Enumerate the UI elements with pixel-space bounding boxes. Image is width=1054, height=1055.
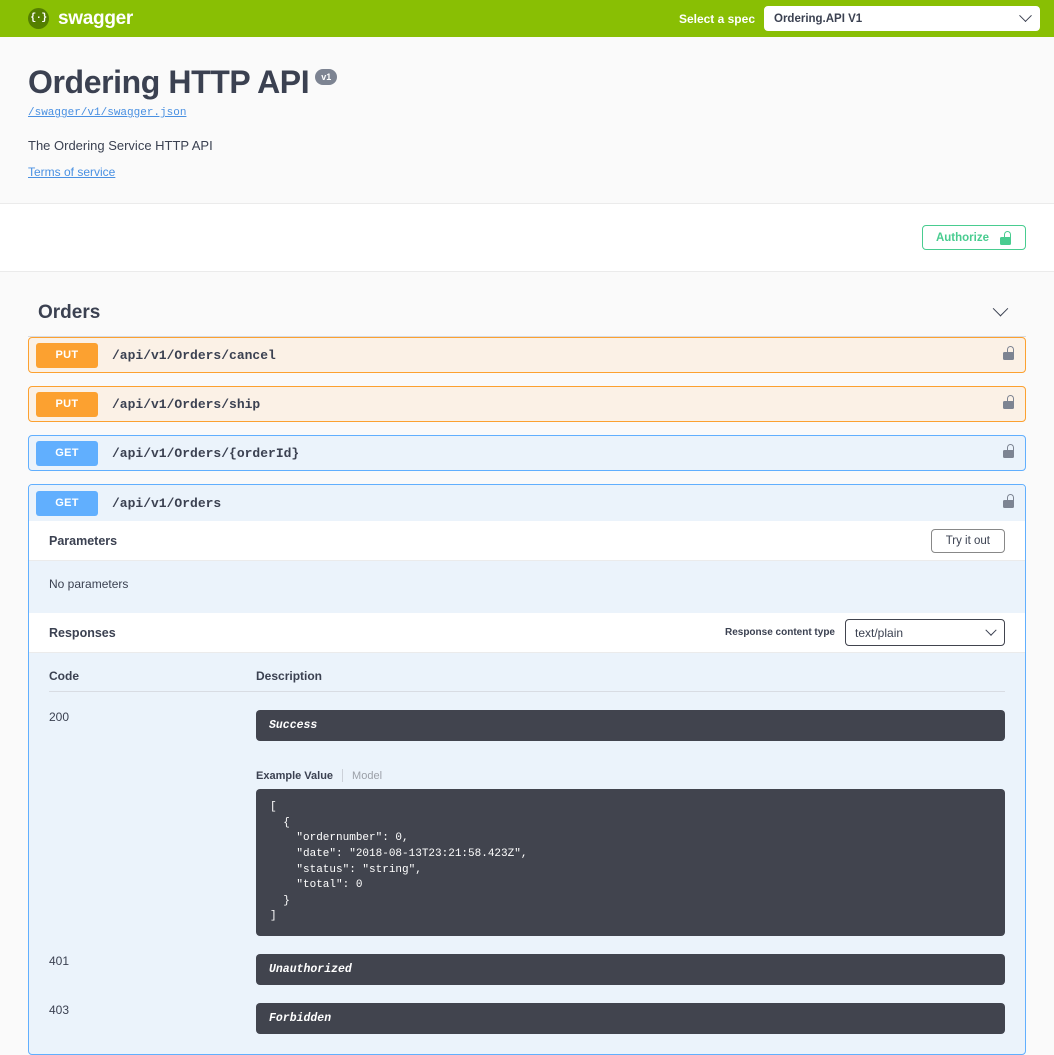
operation-lock-button[interactable] [1002,346,1015,365]
responses-table-header: Code Description [49,653,1005,692]
parameters-header: Parameters Try it out [29,521,1025,561]
responses-title: Responses [49,626,116,640]
top-bar: {·} swagger Select a spec Ordering.API V… [0,0,1054,37]
tag-header-orders[interactable]: Orders [28,286,1026,337]
operation-row-header[interactable]: GET /api/v1/Orders [29,485,1025,521]
response-description-cell: Success Example Value Model [ { "ordernu… [256,710,1005,936]
try-it-out-button[interactable]: Try it out [931,529,1005,553]
operation-path: /api/v1/Orders [112,496,221,511]
operation-path: /api/v1/Orders/cancel [112,348,276,363]
tab-example-value[interactable]: Example Value [256,770,333,782]
table-row: 403 Forbidden [49,985,1005,1034]
tab-divider [342,769,343,782]
table-row: 401 Unauthorized [49,936,1005,985]
response-code: 401 [49,954,256,985]
operation-method-badge: GET [36,491,98,516]
api-description: The Ordering Service HTTP API [28,138,1026,153]
operation-lock-button[interactable] [1002,494,1015,513]
response-description-banner: Unauthorized [256,954,1005,985]
operation-method-badge: PUT [36,392,98,417]
chevron-down-icon [993,301,1009,317]
column-header-code: Code [49,669,256,683]
swagger-json-link[interactable]: /swagger/v1/swagger.json [28,107,186,119]
response-content-type-value: text/plain [855,626,903,640]
unlock-icon [999,231,1012,245]
parameters-body: No parameters [29,561,1025,613]
page-title: Ordering HTTP API [28,65,309,100]
parameters-title: Parameters [49,534,117,548]
responses-table: Code Description 200 Success Example Val… [29,653,1025,1054]
chevron-down-icon [985,624,996,635]
authorize-band: Authorize [0,204,1054,272]
operation-path: /api/v1/Orders/{orderId} [112,446,299,461]
brand-name: swagger [58,8,133,30]
response-description-banner: Forbidden [256,1003,1005,1034]
swagger-logo-icon: {·} [28,8,49,29]
operation-lock-button[interactable] [1002,444,1015,463]
tag-title: Orders [38,302,100,324]
spec-selector-label: Select a spec [679,12,755,26]
operation-row[interactable]: GET /api/v1/Orders/{orderId} [28,435,1026,471]
operation-expanded-get-orders: GET /api/v1/Orders Parameters Try it out… [28,484,1026,1055]
unlock-icon [1002,444,1015,458]
column-header-description: Description [256,669,322,683]
no-parameters-text: No parameters [49,577,1005,591]
chevron-down-icon [1019,9,1032,22]
response-content-type-label: Response content type [725,627,835,638]
example-model-tabs: Example Value Model [256,769,1005,782]
response-code: 200 [49,710,256,936]
tag-collapse-toggle[interactable] [995,304,1006,322]
spec-select-value: Ordering.API V1 [774,13,862,25]
response-code: 403 [49,1003,256,1034]
unlock-icon [1002,346,1015,360]
operation-method-badge: GET [36,441,98,466]
operation-lock-button[interactable] [1002,395,1015,414]
example-value-code-block[interactable]: [ { "ordernumber": 0, "date": "2018-08-1… [256,789,1005,936]
tab-model[interactable]: Model [352,770,382,782]
spec-selector-group: Select a spec Ordering.API V1 [679,6,1040,31]
operations-wrapper: Orders PUT /api/v1/Orders/cancel PUT /ap… [0,286,1054,1055]
version-badge: v1 [315,69,337,85]
terms-of-service-link[interactable]: Terms of service [28,165,115,179]
response-description-cell: Unauthorized [256,954,1005,985]
operation-row[interactable]: PUT /api/v1/Orders/cancel [28,337,1026,373]
response-description-cell: Forbidden [256,1003,1005,1034]
title-row: Ordering HTTP API v1 [28,65,1026,100]
swagger-brand[interactable]: {·} swagger [28,8,133,30]
unlock-icon [1002,494,1015,508]
authorize-button[interactable]: Authorize [922,225,1026,250]
responses-header: Responses Response content type text/pla… [29,613,1025,653]
operation-list: PUT /api/v1/Orders/cancel PUT /api/v1/Or… [28,337,1026,1055]
spec-select[interactable]: Ordering.API V1 [764,6,1040,31]
operation-row[interactable]: PUT /api/v1/Orders/ship [28,386,1026,422]
api-info-header: Ordering HTTP API v1 /swagger/v1/swagger… [0,37,1054,204]
authorize-button-label: Authorize [936,232,989,244]
operation-method-badge: PUT [36,343,98,368]
response-description-banner: Success [256,710,1005,741]
response-content-type-select[interactable]: text/plain [845,619,1005,646]
table-row: 200 Success Example Value Model [ { "ord… [49,692,1005,936]
operation-path: /api/v1/Orders/ship [112,397,260,412]
unlock-icon [1002,395,1015,409]
